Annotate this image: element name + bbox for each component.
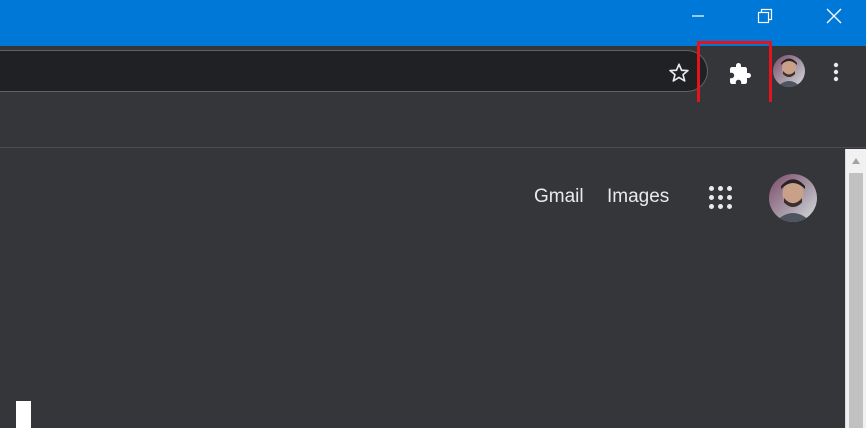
three-dots-vertical-icon (833, 62, 839, 82)
images-link[interactable]: Images (607, 186, 669, 208)
restore-button[interactable] (742, 0, 788, 32)
minimize-button[interactable] (675, 0, 721, 32)
page-element-fragment (16, 401, 31, 428)
google-account-avatar[interactable] (769, 174, 817, 222)
restore-icon (757, 8, 773, 24)
extensions-highlight-box (697, 41, 772, 107)
chrome-menu-button[interactable] (822, 58, 850, 86)
star-icon (669, 63, 689, 82)
google-apps-button[interactable] (707, 184, 735, 212)
close-icon (826, 8, 842, 24)
profile-photo (773, 55, 805, 87)
bookmarks-bar (0, 102, 866, 148)
minimize-icon (692, 15, 704, 17)
scrollbar-thumb[interactable] (849, 173, 863, 428)
window-titlebar (0, 0, 866, 46)
scroll-up-button[interactable] (846, 151, 866, 171)
vertical-scrollbar[interactable] (845, 149, 866, 428)
profile-photo (769, 174, 817, 222)
gmail-link[interactable]: Gmail (534, 186, 584, 208)
profile-avatar-button[interactable] (773, 55, 805, 87)
bookmark-star-button[interactable] (664, 58, 694, 88)
chevron-up-icon (852, 158, 860, 164)
close-button[interactable] (811, 0, 857, 32)
address-bar[interactable] (0, 50, 708, 92)
